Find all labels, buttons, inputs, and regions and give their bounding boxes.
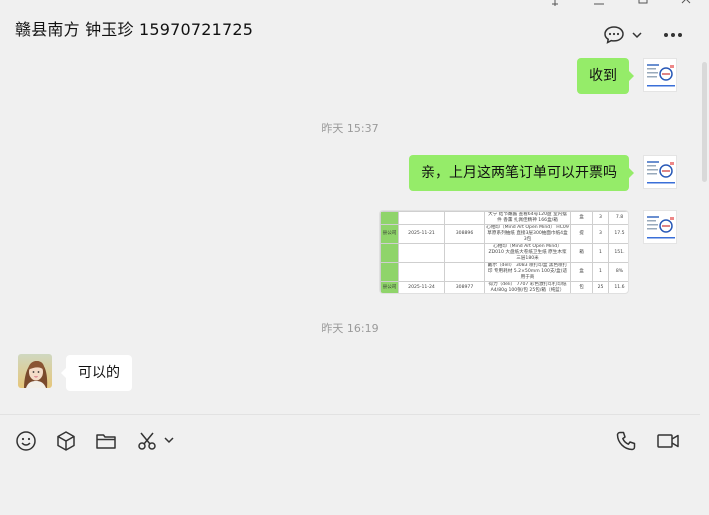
spreadsheet-cell — [444, 243, 485, 263]
minimize-icon[interactable] — [577, 0, 621, 14]
image-message[interactable]: 大宁 结节蘸酱 查看64号120盘 室内摆件 香薰 扎佩佳精神 166盒/箱盒 3… — [379, 210, 629, 294]
spreadsheet-cell: 得力（deli） 7707 彩色激打印打印纸 A4/80g 100张/包 25包… — [484, 281, 571, 293]
window-controls — [533, 0, 709, 14]
spreadsheet-cell: 11.6 — [608, 281, 628, 293]
spreadsheet-cell: 盒 — [570, 262, 593, 282]
spreadsheet-cell: 17.5 — [608, 224, 628, 244]
close-icon[interactable] — [665, 0, 709, 14]
avatar[interactable] — [643, 155, 677, 189]
maximize-icon[interactable] — [621, 0, 665, 14]
scrollbar[interactable] — [700, 58, 709, 414]
scrollbar-thumb[interactable] — [702, 62, 707, 182]
spreadsheet-cell — [398, 262, 445, 282]
spreadsheet-cell: 盒 — [570, 211, 593, 225]
spreadsheet-cell: 包 — [570, 281, 593, 293]
chat-title: 赣县南方 钟玉珍 15970721725 — [15, 20, 254, 39]
message-bubble-self[interactable]: 收到 — [577, 58, 634, 94]
spreadsheet-row: 大宁 结节蘸酱 查看64号120盘 室内摆件 香薰 扎佩佳精神 166盒/箱盒 3… — [380, 211, 628, 225]
spreadsheet-cell — [398, 211, 445, 225]
more-options-icon[interactable] — [663, 32, 683, 38]
spreadsheet-cell: 县公司 — [380, 224, 399, 244]
spreadsheet-cell — [380, 211, 399, 225]
spreadsheet-cell: 箱 — [570, 243, 593, 263]
spreadsheet-cell: 心相印（Mind Art Open Mind） HC09 草原系列抽纸 直接3层… — [484, 224, 571, 244]
header-actions — [603, 25, 683, 45]
spreadsheet-cell: 提 — [570, 224, 593, 244]
spreadsheet-image: 大宁 结节蘸酱 查看64号120盘 室内摆件 香薰 扎佩佳精神 166盒/箱盒 3… — [380, 211, 628, 293]
folder-icon[interactable] — [95, 430, 117, 452]
video-camera-icon[interactable] — [656, 430, 680, 452]
profile-photo-icon — [18, 354, 52, 388]
message-input[interactable] — [0, 465, 700, 515]
spreadsheet-cell — [444, 211, 485, 225]
spreadsheet-row: 心相印（Mind Art Open Mind） ZD010 大盘纸大卷纸卫生纸 … — [380, 243, 628, 263]
timestamp: 昨天 15:37 — [321, 122, 379, 135]
chevron-down-icon[interactable] — [631, 30, 643, 40]
contact-avatar[interactable] — [18, 354, 52, 388]
message-bubble-other[interactable]: 可以的 — [61, 355, 132, 391]
chevron-down-icon[interactable] — [163, 435, 175, 445]
spreadsheet-cell: 8% — [608, 262, 628, 282]
spreadsheet-cell: 25 — [592, 281, 609, 293]
spreadsheet-cell: 县公司 — [380, 281, 399, 293]
spreadsheet-cell — [380, 262, 399, 282]
spreadsheet-cell: 308896 — [444, 224, 485, 244]
avatar[interactable] — [643, 210, 677, 244]
spreadsheet-cell: 大宁 结节蘸酱 查看64号120盘 室内摆件 香薰 扎佩佳精神 166盒/箱 — [484, 211, 571, 225]
company-logo-icon — [644, 59, 676, 91]
spreadsheet-cell: 7.8 — [608, 211, 628, 225]
spreadsheet-cell: 1 — [592, 243, 609, 263]
chat-bubble-icon[interactable] — [603, 25, 625, 45]
spreadsheet-cell: 3 — [592, 224, 609, 244]
spreadsheet-cell — [380, 243, 399, 263]
pin-icon[interactable] — [533, 0, 577, 14]
spreadsheet-cell: 戴尔（dell） 3083 喷打印盒 黑色喷打印 专用耗材 5.2×50mm 1… — [484, 262, 571, 282]
emoji-icon[interactable] — [15, 430, 37, 452]
spreadsheet-cell: 2025-11-21 — [398, 224, 445, 244]
spreadsheet-cell: 3 — [592, 211, 609, 225]
cube-icon[interactable] — [55, 430, 77, 452]
company-logo-icon — [644, 156, 676, 188]
spreadsheet-cell: 心相印（Mind Art Open Mind） ZD010 大盘纸大卷纸卫生纸 … — [484, 243, 571, 263]
spreadsheet-cell: 308977 — [444, 281, 485, 293]
timestamp: 昨天 16:19 — [321, 322, 379, 335]
input-toolbar — [0, 415, 700, 465]
scissors-icon[interactable] — [136, 430, 158, 452]
spreadsheet-cell — [444, 262, 485, 282]
spreadsheet-cell: 1 — [592, 262, 609, 282]
spreadsheet-cell — [398, 243, 445, 263]
company-logo-icon — [644, 211, 676, 243]
spreadsheet-cell: 151. — [608, 243, 628, 263]
spreadsheet-row: 戴尔（dell） 3083 喷打印盒 黑色喷打印 专用耗材 5.2×50mm 1… — [380, 262, 628, 282]
spreadsheet-row: 县公司 2025-11-21 308896 心相印（Mind Art Open Min… — [380, 224, 628, 244]
spreadsheet-cell: 2025-11-24 — [398, 281, 445, 293]
phone-icon[interactable] — [615, 430, 637, 452]
message-bubble-self[interactable]: 亲，上月这两笔订单可以开票吗 — [409, 155, 634, 191]
spreadsheet-row: 县公司 2025-11-24 308977 得力（deli） 7707 彩色激打印打印… — [380, 281, 628, 293]
avatar[interactable] — [643, 58, 677, 92]
